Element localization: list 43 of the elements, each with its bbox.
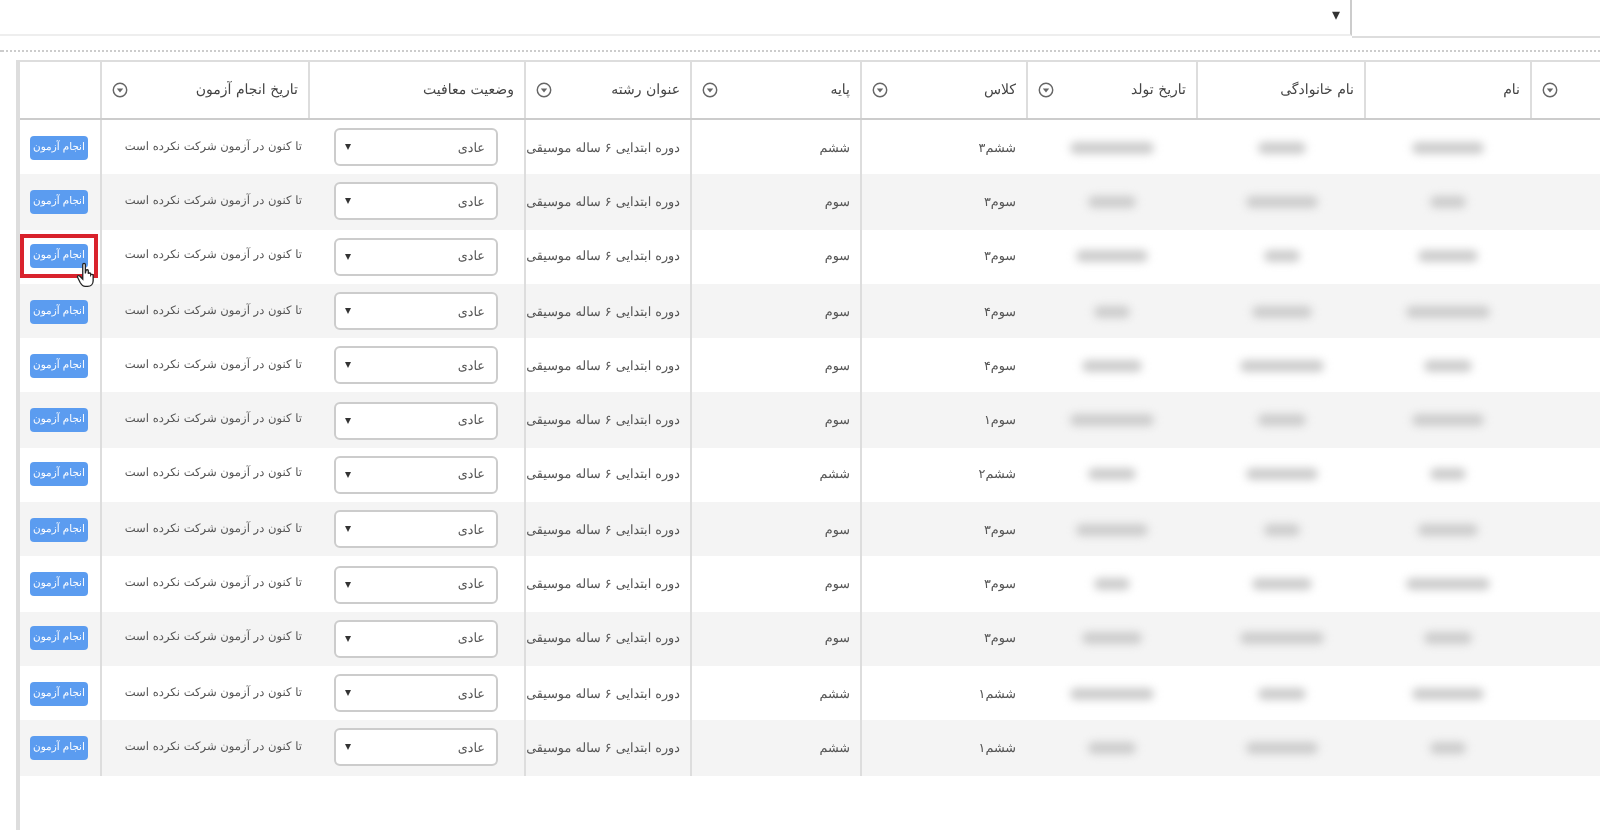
blurred-text bbox=[1245, 468, 1317, 481]
blurred-text bbox=[1430, 741, 1466, 754]
blurred-text bbox=[1088, 468, 1136, 481]
blurred-text bbox=[1251, 305, 1311, 318]
blurred-text bbox=[1088, 195, 1136, 208]
blurred-text bbox=[1430, 468, 1466, 481]
blurred-text bbox=[1257, 687, 1305, 700]
blurred-text bbox=[1251, 578, 1311, 591]
filter-icon[interactable] bbox=[702, 82, 718, 98]
filter-icon[interactable] bbox=[1542, 82, 1558, 98]
blurred-text bbox=[1076, 523, 1148, 536]
blurred-text bbox=[1082, 359, 1142, 372]
blurred-text bbox=[1406, 305, 1490, 318]
filter-icon[interactable] bbox=[112, 82, 128, 98]
blurred-text bbox=[1263, 523, 1299, 536]
blurred-text bbox=[1412, 687, 1484, 700]
blurred-text bbox=[1070, 141, 1154, 154]
blurred-text bbox=[1424, 632, 1472, 645]
blurred-text bbox=[1245, 741, 1317, 754]
blurred-text bbox=[1418, 523, 1478, 536]
blurred-text bbox=[1094, 305, 1130, 318]
blurred-text bbox=[1257, 414, 1305, 427]
filter-icon[interactable] bbox=[536, 82, 552, 98]
blurred-text bbox=[1412, 414, 1484, 427]
blurred-text bbox=[1239, 359, 1323, 372]
blurred-text bbox=[1424, 359, 1472, 372]
blurred-text bbox=[1263, 250, 1299, 263]
blurred-text bbox=[1245, 195, 1317, 208]
filter-dropdown[interactable]: ▾ bbox=[0, 0, 1352, 36]
blurred-text bbox=[1082, 632, 1142, 645]
blurred-text bbox=[1412, 141, 1484, 154]
blurred-text bbox=[1094, 578, 1130, 591]
blurred-text bbox=[1406, 578, 1490, 591]
filter-icon[interactable] bbox=[872, 82, 888, 98]
blurred-text bbox=[1070, 414, 1154, 427]
blurred-text bbox=[1418, 250, 1478, 263]
blurred-text bbox=[1257, 141, 1305, 154]
blurred-text bbox=[1430, 195, 1466, 208]
blurred-text bbox=[1070, 687, 1154, 700]
blurred-text bbox=[1088, 741, 1136, 754]
blurred-text bbox=[1076, 250, 1148, 263]
blurred-text bbox=[1239, 632, 1323, 645]
filter-icon[interactable] bbox=[1038, 82, 1054, 98]
